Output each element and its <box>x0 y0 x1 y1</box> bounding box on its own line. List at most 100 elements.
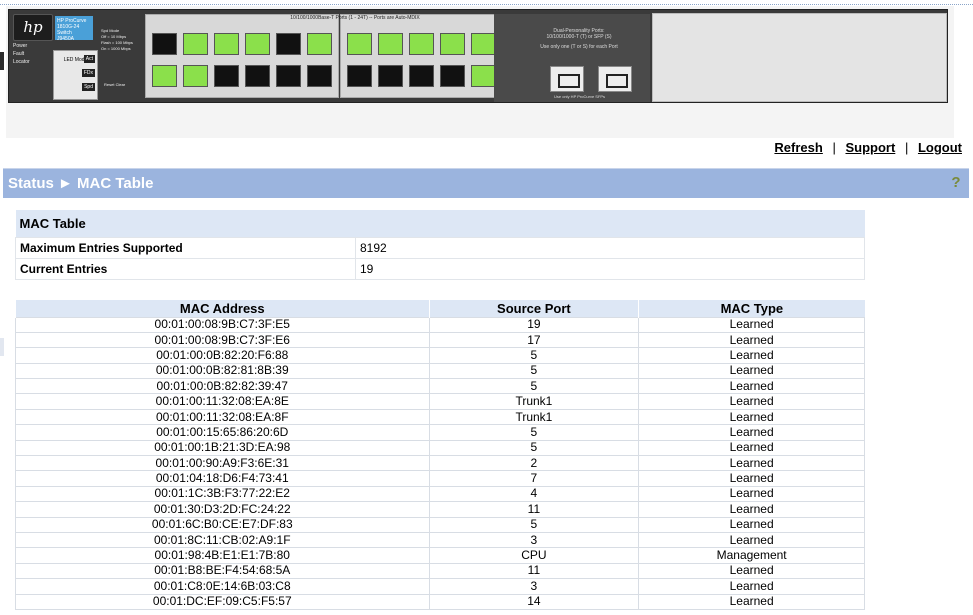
source-port-cell: 5 <box>428 439 640 457</box>
summary-value: 19 <box>355 258 865 280</box>
sfp-port-1[interactable] <box>550 66 584 92</box>
breadcrumb: Status ► MAC Table <box>8 175 154 192</box>
help-icon[interactable]: ? <box>949 174 963 192</box>
mac-summary-table: MAC Table Maximum Entries Supported 8192… <box>15 210 865 280</box>
source-port-cell: 5 <box>428 516 640 533</box>
mac-address-cell: 00:01:00:11:32:08:EA:8E <box>15 393 430 410</box>
act-button[interactable]: Act <box>83 55 95 63</box>
led-mode-panel[interactable]: LED Mode Act FDx Spd <box>53 50 98 100</box>
mac-type-cell: Learned <box>638 470 865 487</box>
link-separator: | <box>832 140 836 155</box>
logout-link[interactable]: Logout <box>918 140 962 155</box>
source-port-cell: Trunk1 <box>428 408 640 426</box>
column-header-source-port[interactable]: Source Port <box>428 300 639 317</box>
table-row: 00:01:1C:3B:F3:77:22:E2 4 Learned <box>15 485 865 503</box>
ethernet-port[interactable] <box>245 65 270 87</box>
mac-type-cell: Learned <box>638 578 865 595</box>
sfp-area: Dual-Personality Ports: 10/100/1000-T (T… <box>494 14 650 102</box>
mac-address-cell: 00:01:1C:3B:F3:77:22:E2 <box>15 485 430 503</box>
ethernet-port[interactable] <box>214 65 239 87</box>
clear-label[interactable]: Clear <box>116 82 126 87</box>
fdx-button[interactable]: FDx <box>81 69 95 77</box>
mac-address-cell: 00:01:00:08:9B:C7:3F:E5 <box>15 316 430 333</box>
spd-button[interactable]: Spd <box>82 83 95 91</box>
ethernet-port[interactable] <box>378 65 403 87</box>
ethernet-port[interactable] <box>276 65 301 87</box>
summary-heading: MAC Table <box>15 210 865 238</box>
faceplate-blank-area <box>652 13 947 102</box>
source-port-cell: 17 <box>428 331 640 349</box>
ethernet-port[interactable] <box>409 65 434 87</box>
mac-address-cell: 00:01:DC:EF:09:C5:F5:57 <box>15 593 430 610</box>
source-port-cell: 7 <box>428 470 640 487</box>
power-led-label: Power <box>13 43 28 49</box>
ethernet-port[interactable] <box>347 65 372 87</box>
table-row: Current Entries 19 <box>15 258 865 280</box>
ethernet-port[interactable] <box>347 33 372 55</box>
table-row: 00:01:00:11:32:08:EA:8F Trunk1 Learned <box>15 408 865 426</box>
mac-address-cell: 00:01:00:90:A9:F3:6E:31 <box>15 455 430 472</box>
support-link[interactable]: Support <box>845 140 895 155</box>
mac-address-cell: 00:01:00:08:9B:C7:3F:E6 <box>15 331 430 349</box>
ethernet-port[interactable] <box>245 33 270 55</box>
ethernet-port[interactable] <box>183 33 208 55</box>
source-port-cell: 5 <box>428 347 640 364</box>
summary-value: 8192 <box>355 237 865 259</box>
ethernet-port[interactable] <box>378 33 403 55</box>
ethernet-port[interactable] <box>307 65 332 87</box>
refresh-link[interactable]: Refresh <box>774 140 822 155</box>
source-port-cell: Trunk1 <box>428 393 640 410</box>
mac-address-cell: 00:01:00:0B:82:81:8B:39 <box>15 362 430 380</box>
mac-type-cell: Learned <box>638 485 865 503</box>
mac-table-body: 00:01:00:08:9B:C7:3F:E5 19 Learned 00:01:00… <box>15 316 865 610</box>
source-port-cell: 5 <box>428 378 640 395</box>
table-row: 00:01:30:D3:2D:FC:24:22 11 Learned <box>15 501 865 518</box>
table-row: 00:01:00:1B:21:3D:EA:98 5 Learned <box>15 439 865 457</box>
ethernet-port[interactable] <box>440 33 465 55</box>
reset-clear[interactable]: Reset Clear <box>104 82 125 87</box>
sfp-warning-2: Use only HP ProCurve SFPs <box>554 94 606 99</box>
mac-type-cell: Learned <box>638 393 865 410</box>
source-port-cell: 5 <box>428 424 640 441</box>
column-header-mac-type[interactable]: MAC Type <box>638 300 865 317</box>
locator-led-label: Locator <box>13 59 30 65</box>
source-port-cell: 4 <box>428 485 640 503</box>
table-row: 00:01:00:11:32:08:EA:8E Trunk1 Learned <box>15 393 865 410</box>
mac-type-cell: Learned <box>638 562 865 580</box>
mac-address-cell: 00:01:00:0B:82:20:F6:88 <box>15 347 430 364</box>
top-links: Refresh | Support | Logout <box>774 140 962 155</box>
sfp-warning: Use only one (T or S) for each Port <box>540 44 618 50</box>
table-row: Maximum Entries Supported 8192 <box>15 237 865 259</box>
ethernet-port[interactable] <box>440 65 465 87</box>
ethernet-port[interactable] <box>183 65 208 87</box>
reset-label[interactable]: Reset <box>104 82 114 87</box>
source-port-cell: 5 <box>428 362 640 380</box>
mac-address-cell: 00:01:6C:B0:CE:E7:DF:83 <box>15 516 430 533</box>
source-port-cell: 3 <box>428 578 640 595</box>
mac-type-cell: Learned <box>638 316 865 333</box>
source-port-cell: 11 <box>428 562 640 580</box>
sfp-text-line: 10/100/1000-T (T) or SFP (S) <box>546 34 612 40</box>
ethernet-port[interactable] <box>152 65 177 87</box>
ethernet-port[interactable] <box>471 65 496 87</box>
ethernet-port[interactable] <box>307 33 332 55</box>
table-row: 00:01:00:0B:82:82:39:47 5 Learned <box>15 378 865 395</box>
link-separator: | <box>904 140 909 155</box>
ethernet-port[interactable] <box>409 33 434 55</box>
source-port-cell: 11 <box>428 501 640 518</box>
mac-address-cell: 00:01:00:11:32:08:EA:8F <box>15 408 430 426</box>
mac-address-table: MAC Address Source Port MAC Type 00:01:0… <box>15 300 865 610</box>
mac-address-cell: 00:01:98:4B:E1:E1:7B:80 <box>15 547 430 564</box>
mac-address-cell: 00:01:00:0B:82:82:39:47 <box>15 378 430 395</box>
left-edge-handle-lower <box>0 338 4 356</box>
mac-type-cell: Learned <box>638 593 865 610</box>
ethernet-port[interactable] <box>214 33 239 55</box>
table-row: 00:01:00:0B:82:20:F6:88 5 Learned <box>15 347 865 364</box>
ethernet-port[interactable] <box>471 33 496 55</box>
sfp-port-2[interactable] <box>598 66 632 92</box>
ethernet-port[interactable] <box>152 33 177 55</box>
mac-type-cell: Learned <box>638 424 865 441</box>
ethernet-port[interactable] <box>276 33 301 55</box>
column-header-mac-address[interactable]: MAC Address <box>15 300 430 317</box>
source-port-cell: CPU <box>428 547 640 564</box>
